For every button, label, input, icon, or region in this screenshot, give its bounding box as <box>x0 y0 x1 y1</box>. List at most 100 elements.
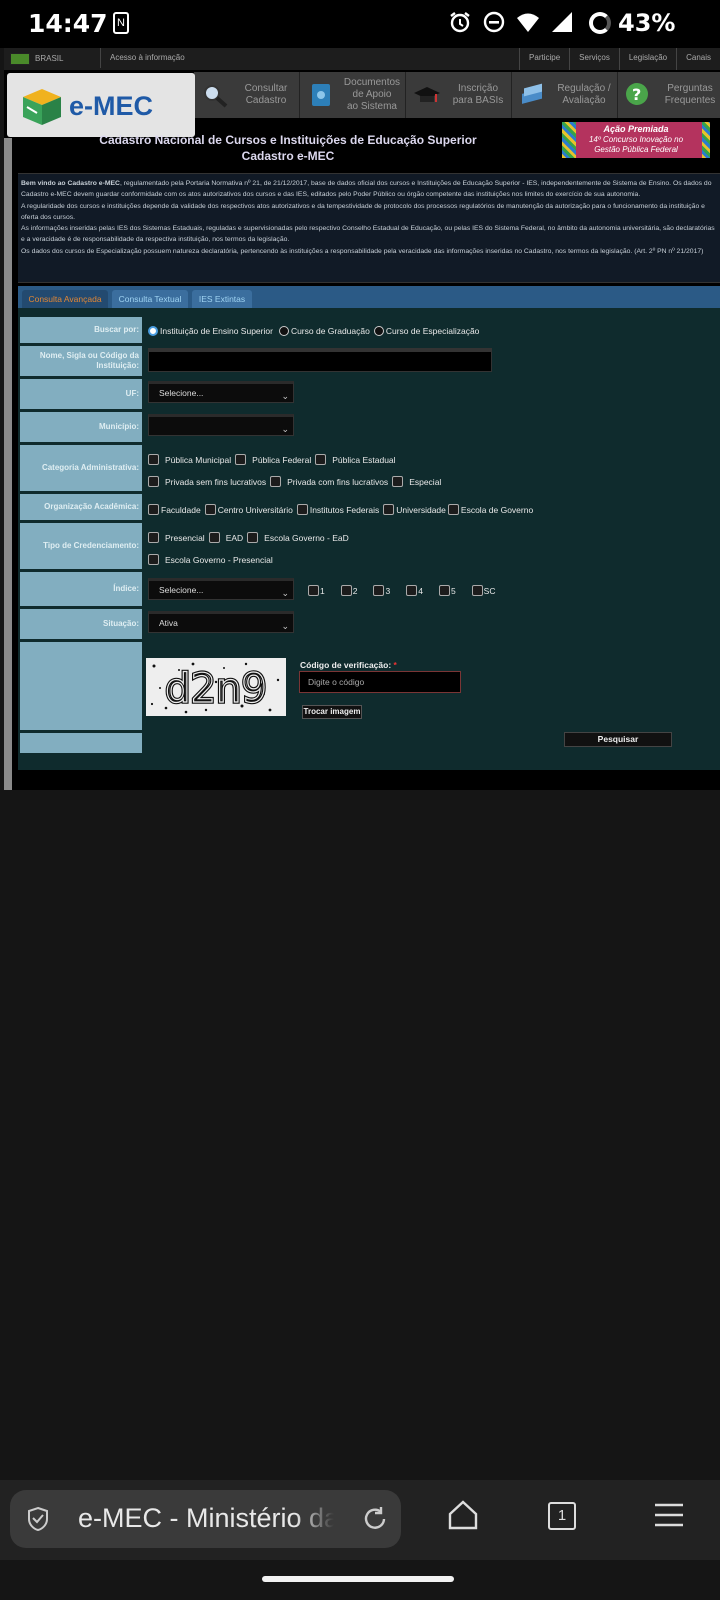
checkbox-ead[interactable] <box>208 532 220 543</box>
tipo-row-2: Escola Governo - Presencial <box>148 554 273 565</box>
situacao-select[interactable]: Ativa ⌄ <box>148 611 294 633</box>
checkbox-faculdade[interactable] <box>148 504 159 515</box>
categoria-label: Categoria Administrativa: <box>20 445 142 491</box>
checkbox-publica-estadual[interactable] <box>315 454 327 465</box>
checkbox-privada-sem-fins[interactable] <box>148 476 159 487</box>
intro-p1: , regulamentado pela Portaria Normativa … <box>21 180 712 199</box>
empty-label-cell <box>20 733 142 753</box>
checkbox-escola-governo-presencial[interactable] <box>148 554 159 565</box>
checkbox-label: Escola Governo - EaD <box>264 532 349 543</box>
uf-select[interactable]: Selecione... ⌄ <box>148 381 294 403</box>
codigo-placeholder: Digite o código <box>308 677 365 687</box>
tab-consulta-avancada[interactable]: Consulta Avançada <box>22 290 108 308</box>
radio-ies-label: Instituição de Ensino Superior <box>160 326 273 336</box>
checkbox-label: 4 <box>418 585 423 596</box>
checkbox-label: 5 <box>450 585 456 596</box>
magnifier-icon <box>204 85 228 108</box>
emec-logo[interactable]: e-MEC <box>7 73 195 137</box>
org-label: Organização Acadêmica: <box>20 494 142 520</box>
checkbox-indice-2[interactable] <box>340 585 352 596</box>
checkbox-label: Institutos Federais <box>309 504 380 515</box>
award-banner[interactable]: Ação Premiada 14º Concurso Inovação no G… <box>562 122 710 158</box>
tipo-row-1: Presencial EAD Escola Governo - EaD <box>148 532 349 543</box>
trocar-imagem-button[interactable]: Trocar imagem <box>302 705 362 719</box>
canais-link[interactable]: Canais <box>676 48 720 70</box>
tab-bar: Consulta Avançada Consulta Textual IES E… <box>18 286 720 308</box>
radio-especializacao[interactable] <box>373 326 384 336</box>
nome-input[interactable] <box>148 348 492 372</box>
award-title: Ação Premiada <box>603 124 669 134</box>
browser-toolbar: e-MEC - Ministério da Educação 1 <box>0 1480 720 1560</box>
pesquisar-button[interactable]: Pesquisar <box>564 732 672 747</box>
menu-label: Regulação / <box>557 83 611 94</box>
url-bar[interactable]: e-MEC - Ministério da Educação <box>10 1490 401 1548</box>
status-icons <box>448 10 574 34</box>
menu-inscricao-basis[interactable]: Inscrição para BASIs <box>406 72 512 118</box>
document-icon <box>312 84 330 106</box>
wifi-icon <box>517 13 539 32</box>
participe-link[interactable]: Participe <box>519 48 569 70</box>
categoria-row-1: Pública Municipal Pública Federal Públic… <box>148 454 396 465</box>
chevron-down-icon: ⌄ <box>281 424 289 434</box>
gesture-bar[interactable] <box>262 1576 454 1582</box>
checkbox-centro-universitario[interactable] <box>204 504 216 515</box>
radio-graduacao-label: Curso de Graduação <box>290 326 370 336</box>
checkbox-label: Presencial <box>165 532 205 543</box>
menu-documentos[interactable]: Documentos de Apoio ao Sistema <box>300 72 406 118</box>
menu-label: Inscrição <box>457 83 498 94</box>
checkbox-label: Privada sem fins lucrativos <box>165 476 267 487</box>
org-options: Faculdade Centro Universitário Instituto… <box>148 504 533 515</box>
checkbox-publica-federal[interactable] <box>235 454 247 465</box>
question-bubble-icon: ? <box>626 83 648 105</box>
checkbox-privada-com-fins[interactable] <box>270 476 282 487</box>
menu-icon[interactable] <box>652 1498 686 1532</box>
checkbox-indice-5[interactable] <box>438 585 450 596</box>
brasil-flag-icon[interactable] <box>10 53 30 65</box>
brasil-link[interactable]: BRASIL <box>35 54 63 63</box>
checkbox-especial[interactable] <box>392 476 404 487</box>
tab-consulta-textual[interactable]: Consulta Textual <box>112 290 188 308</box>
codigo-input[interactable]: Digite o código <box>299 671 461 693</box>
tabs-button[interactable]: 1 <box>548 1502 576 1530</box>
checkbox-indice-4[interactable] <box>406 585 418 596</box>
checkbox-publica-municipal[interactable] <box>148 454 159 465</box>
menu-label: Frequentes <box>664 95 716 106</box>
indice-label: Índice: <box>20 572 142 606</box>
checkbox-indice-3[interactable] <box>373 585 385 596</box>
radio-graduacao[interactable] <box>278 326 289 336</box>
checkbox-label: Especial <box>409 476 442 487</box>
situacao-label: Situação: <box>20 609 142 639</box>
logo-text: e-MEC <box>69 91 154 121</box>
checkbox-label: Pública Estadual <box>332 454 396 465</box>
menu-consultar-cadastro[interactable]: Consultar Cadastro <box>194 72 300 118</box>
main-menu: Consultar Cadastro Documentos de Apoio ao S… <box>194 72 720 118</box>
checkbox-indice-1[interactable] <box>308 585 319 596</box>
checkbox-escola-governo[interactable] <box>447 504 459 515</box>
checkbox-presencial[interactable] <box>148 532 159 543</box>
captcha-image: d2n9 d2n9 <box>146 658 286 716</box>
acesso-informacao-link[interactable]: Acesso à informação <box>100 48 185 68</box>
checkbox-institutos-federais[interactable] <box>296 504 308 515</box>
menu-label: Perguntas <box>667 83 713 94</box>
menu-label: Cadastro <box>245 95 287 106</box>
captcha-label-cell <box>20 642 142 730</box>
chevron-down-icon: ⌄ <box>281 588 289 598</box>
radio-ies[interactable] <box>148 326 158 336</box>
reload-icon[interactable] <box>360 1504 390 1534</box>
menu-regulacao-avaliacao[interactable]: Regulação / Avaliação <box>512 72 618 118</box>
intro-p4: Os dados dos cursos de Especialização po… <box>21 247 704 255</box>
legislacao-link[interactable]: Legislação <box>618 48 676 70</box>
checkbox-escola-governo-ead[interactable] <box>247 532 259 543</box>
checkbox-indice-sc[interactable] <box>471 585 483 596</box>
indice-select[interactable]: Selecione... ⌄ <box>148 578 294 600</box>
municipio-select[interactable]: ⌄ <box>148 414 294 436</box>
tab-ies-extintas[interactable]: IES Extintas <box>192 290 252 308</box>
servicos-link[interactable]: Serviços <box>569 48 619 70</box>
shield-icon[interactable] <box>26 1506 50 1532</box>
menu-label: ao Sistema <box>346 101 397 112</box>
checkbox-label: 3 <box>385 585 391 596</box>
checkbox-universidade[interactable] <box>383 504 395 515</box>
home-icon[interactable] <box>446 1498 480 1532</box>
menu-perguntas-frequentes[interactable]: ? Perguntas Frequentes <box>618 72 720 118</box>
checkbox-label: Centro Universitário <box>217 504 293 515</box>
